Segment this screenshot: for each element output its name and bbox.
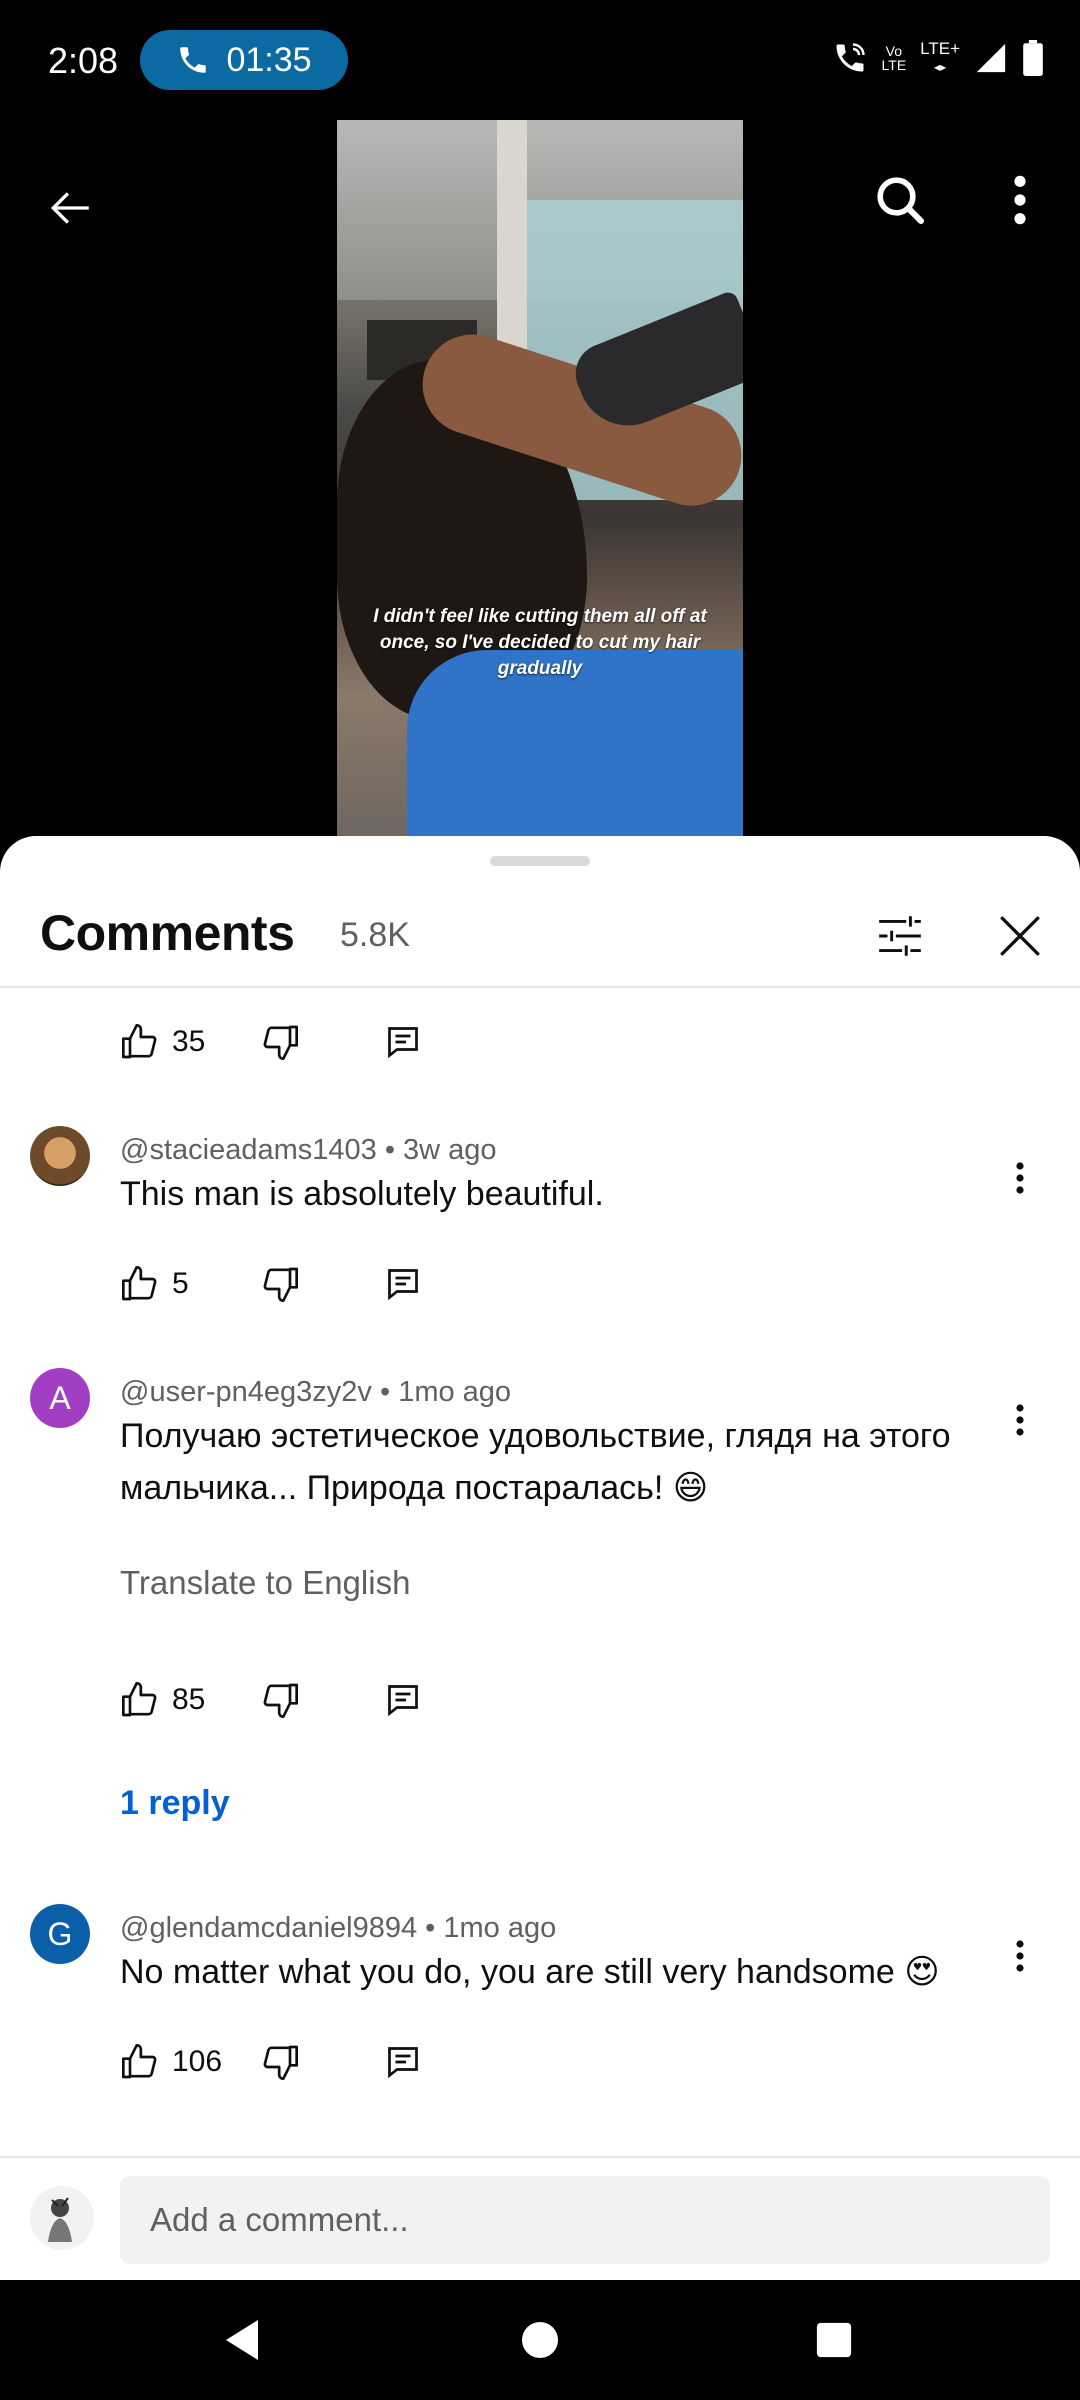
phone-icon bbox=[180, 47, 207, 73]
reply-button[interactable] bbox=[385, 2044, 421, 2080]
comment-actions: 106 bbox=[120, 2032, 421, 2092]
triangle-back-icon bbox=[226, 2320, 258, 2360]
thumbs-down-icon bbox=[263, 1025, 298, 1060]
video-caption: I didn't feel like cutting them all off … bbox=[373, 606, 707, 679]
call-timer: 01:35 bbox=[226, 40, 312, 79]
comment-actions: 35 bbox=[120, 1012, 421, 1072]
comment-actions: 5 bbox=[120, 1254, 421, 1314]
like-button[interactable]: 106 bbox=[120, 2042, 260, 2082]
search-button[interactable] bbox=[868, 144, 932, 256]
avatar[interactable]: G bbox=[30, 1904, 90, 1964]
like-count: 85 bbox=[172, 1683, 206, 1716]
comment-text: This man is absolutely beautiful. bbox=[120, 1175, 604, 1213]
wifi-calling-icon bbox=[836, 43, 865, 72]
like-count: 106 bbox=[172, 2045, 223, 2078]
comments-title: Comments bbox=[40, 905, 295, 961]
circle-home-icon bbox=[522, 2322, 558, 2358]
volte-indicator: Vo LTE bbox=[881, 43, 907, 73]
tune-icon bbox=[879, 916, 921, 956]
battery-icon bbox=[1023, 40, 1043, 76]
user-avatar-icon bbox=[48, 2197, 72, 2242]
reply-icon bbox=[388, 1027, 418, 1059]
arrow-left-icon bbox=[50, 192, 89, 224]
comment-age: 1mo ago bbox=[443, 1912, 557, 1944]
thumbs-up-icon bbox=[122, 1023, 157, 1059]
my-avatar bbox=[30, 2186, 94, 2250]
status-icons: Vo LTE LTE+ ◂▸ bbox=[832, 40, 1044, 76]
like-count: 35 bbox=[172, 1025, 206, 1058]
comment-meta: @user-pn4eg3zy2v • 1mo ago bbox=[120, 1376, 512, 1408]
video-player[interactable]: I didn't feel like cutting them all off … bbox=[0, 120, 1080, 840]
comment-text: No matter what you do, you are still ver… bbox=[120, 1953, 940, 1991]
system-nav-bar bbox=[0, 2280, 1080, 2400]
thumbs-down-icon bbox=[263, 1267, 298, 1302]
like-button[interactable]: 35 bbox=[120, 1022, 260, 1062]
nav-home-button[interactable] bbox=[510, 2310, 570, 2370]
avatar[interactable]: A bbox=[30, 1368, 90, 1428]
dislike-button[interactable] bbox=[260, 2042, 385, 2082]
comment-actions: 85 bbox=[120, 1670, 421, 1730]
dislike-button[interactable] bbox=[260, 1680, 385, 1720]
reply-button[interactable] bbox=[385, 1024, 421, 1060]
comment-age: 3w ago bbox=[403, 1134, 497, 1166]
reply-icon bbox=[388, 1685, 418, 1717]
square-recents-icon bbox=[816, 2322, 852, 2358]
reply-icon bbox=[388, 1269, 418, 1301]
comments-sheet: Comments 5.8K 35 @stacieadams1403 • 3w a… bbox=[0, 836, 1080, 2280]
translate-button[interactable]: Translate to English bbox=[120, 1564, 410, 1602]
add-comment-bar bbox=[0, 2156, 1080, 2280]
comment-author[interactable]: @glendamcdaniel9894 bbox=[120, 1912, 417, 1944]
add-comment-input[interactable] bbox=[120, 2176, 1050, 2264]
sort-comments-button[interactable] bbox=[870, 906, 930, 966]
close-icon bbox=[1000, 916, 1040, 956]
nav-back-button[interactable] bbox=[212, 2310, 272, 2370]
like-button[interactable]: 85 bbox=[120, 1680, 260, 1720]
search-icon bbox=[877, 177, 925, 225]
thumbs-down-icon bbox=[263, 2045, 298, 2080]
reply-button[interactable] bbox=[385, 1682, 421, 1718]
more-options-button[interactable] bbox=[1000, 144, 1040, 256]
thumbs-up-icon bbox=[122, 1266, 157, 1301]
comment-age: 1mo ago bbox=[398, 1376, 512, 1408]
comment-meta: @glendamcdaniel9894 • 1mo ago bbox=[120, 1912, 557, 1944]
thumbs-up-icon bbox=[122, 2044, 157, 2079]
thumbs-down-icon bbox=[263, 1683, 298, 1718]
thumbs-up-icon bbox=[122, 1682, 157, 1717]
back-button[interactable] bbox=[40, 178, 100, 238]
like-count: 5 bbox=[172, 1267, 189, 1300]
nav-recents-button[interactable] bbox=[804, 2310, 864, 2370]
signal-icon bbox=[976, 43, 1006, 73]
dislike-button[interactable] bbox=[260, 1264, 385, 1304]
ongoing-call-pill[interactable]: 01:35 bbox=[140, 30, 348, 90]
more-vertical-icon bbox=[1014, 175, 1026, 225]
comment-text: Получаю эстетическое удовольствие, глядя… bbox=[120, 1417, 951, 1507]
comment-meta: @stacieadams1403 • 3w ago bbox=[120, 1134, 497, 1166]
comment-author[interactable]: @stacieadams1403 bbox=[120, 1134, 377, 1166]
dislike-button[interactable] bbox=[260, 1022, 385, 1062]
comments-header: Comments 5.8K bbox=[0, 876, 1080, 988]
comment-author[interactable]: @user-pn4eg3zy2v bbox=[120, 1376, 372, 1408]
reply-icon bbox=[388, 2047, 418, 2079]
drag-handle[interactable] bbox=[490, 856, 590, 866]
network-type: LTE+ ◂▸ bbox=[920, 39, 960, 75]
status-time: 2:08 bbox=[48, 40, 119, 81]
video-frame[interactable]: I didn't feel like cutting them all off … bbox=[337, 120, 743, 840]
like-button[interactable]: 5 bbox=[120, 1264, 260, 1304]
reply-button[interactable] bbox=[385, 1266, 421, 1302]
avatar[interactable] bbox=[30, 1126, 90, 1186]
close-comments-button[interactable] bbox=[990, 906, 1050, 966]
view-replies-button[interactable]: 1 reply bbox=[120, 1784, 230, 1823]
comments-count: 5.8K bbox=[340, 916, 410, 954]
status-bar: 2:08 01:35 Vo LTE LTE+ ◂▸ bbox=[0, 0, 1080, 120]
